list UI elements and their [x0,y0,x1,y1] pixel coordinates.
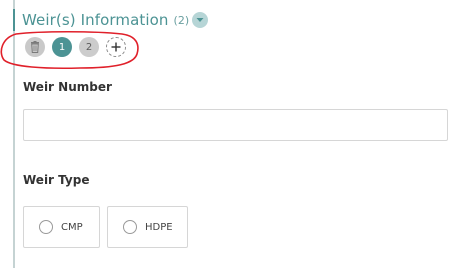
section-count: (2) [173,13,190,27]
radio-circle-icon[interactable] [39,220,53,234]
weir-type-option-cmp[interactable]: CMP [23,206,100,248]
weir-number-input[interactable] [23,109,448,141]
section-left-rule [13,0,15,268]
weir-type-label: Weir Type [23,173,90,187]
plus-icon [111,42,121,52]
section-header: Weir(s) Information (2) [22,9,209,31]
weir-tab-2[interactable]: 2 [79,37,99,57]
weir-number-label: Weir Number [23,80,112,94]
add-weir-button[interactable] [106,37,126,57]
weir-type-option-label: HDPE [145,221,173,233]
section-left-rule-accent [13,9,15,31]
weir-toolbar: 1 2 [25,37,133,57]
weir-type-option-label: CMP [61,221,83,233]
trash-icon [31,41,39,53]
chevron-down-icon[interactable] [192,12,209,28]
delete-weir-button[interactable] [25,37,45,57]
section-title: Weir(s) Information [22,11,169,29]
weir-type-option-hdpe[interactable]: HDPE [107,206,188,248]
radio-circle-icon[interactable] [123,220,137,234]
weir-tab-1[interactable]: 1 [52,37,72,57]
